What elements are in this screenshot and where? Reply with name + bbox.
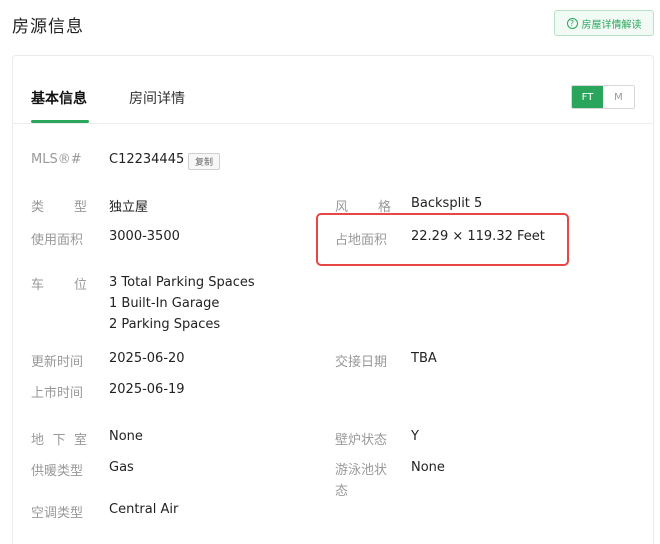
listed-value: 2025-06-19 [109,382,185,397]
page-title: 房源信息 [12,17,84,37]
ac-label: 空调类型 [31,506,84,521]
parking-label: 车 位 [31,274,87,293]
style-label-char-1: 风 [335,200,349,215]
tab-bar: 基本信息 房间详情 FT M [13,56,653,124]
type-value: 独立屋 [109,200,149,215]
parking-line: 1 Built-In Garage [109,296,220,311]
unit-m-button[interactable]: M [603,86,634,108]
area-value: 3000-3500 [109,229,180,244]
parking-line: 2 Parking Spaces [109,317,221,332]
house-detail-guide-button[interactable]: ? 房屋详情解读 [554,10,654,36]
ac-value: Central Air [109,502,179,517]
mls-value: C12234445 [109,152,185,167]
updated-label: 更新时间 [31,355,84,370]
unit-ft-button[interactable]: FT [572,86,603,108]
style-label-char-2: 格 [377,200,391,215]
lot-size-value: 22.29 × 119.32 Feet [411,229,545,244]
pool-label-line: 游泳池状 [335,463,388,478]
fireplace-value: Y [411,429,419,444]
area-label: 使用面积 [31,233,84,248]
possession-value: TBA [411,351,437,366]
listed-label: 上市时间 [31,386,84,401]
updated-value: 2025-06-20 [109,351,185,366]
active-tab-indicator [31,120,89,123]
basement-label-char-2: 下 [52,433,66,448]
type-label-char-2: 型 [73,200,87,215]
parking-label-char-2: 位 [73,278,87,293]
basement-label-char-1: 地 [31,433,45,448]
parking-value: 3 Total Parking Spaces 1 Built-In Garage… [109,272,255,335]
property-info-card: 基本信息 房间详情 FT M MLS®# C12234445 复制 类 型 独立… [12,55,654,544]
type-label-char-1: 类 [31,200,45,215]
style-label: 风 格 [335,196,391,215]
lot-size-label: 占地面积 [335,233,388,248]
basement-label: 地 下 室 [31,429,87,448]
tab-room-details[interactable]: 房间详情 [129,88,185,108]
style-value: Backsplit 5 [411,196,483,211]
parking-label-char-1: 车 [31,278,45,293]
tab-basic-info[interactable]: 基本信息 [31,88,87,108]
basement-label-char-3: 室 [73,433,87,448]
guide-button-label: 房屋详情解读 [581,19,642,31]
pool-label-line: 态 [335,484,349,499]
unit-toggle: FT M [571,85,635,109]
possession-label: 交接日期 [335,355,388,370]
parking-line: 3 Total Parking Spaces [109,275,255,290]
copy-mls-button[interactable]: 复制 [188,153,220,170]
type-label: 类 型 [31,196,87,215]
pool-label: 游泳池状 态 [335,460,387,502]
question-circle-icon: ? [566,17,578,29]
mls-label: MLS®# [31,152,82,167]
heating-value: Gas [109,460,134,475]
basement-value: None [109,429,143,444]
heating-label: 供暖类型 [31,464,84,479]
fireplace-label: 壁炉状态 [335,433,388,448]
pool-value: None [411,460,445,475]
